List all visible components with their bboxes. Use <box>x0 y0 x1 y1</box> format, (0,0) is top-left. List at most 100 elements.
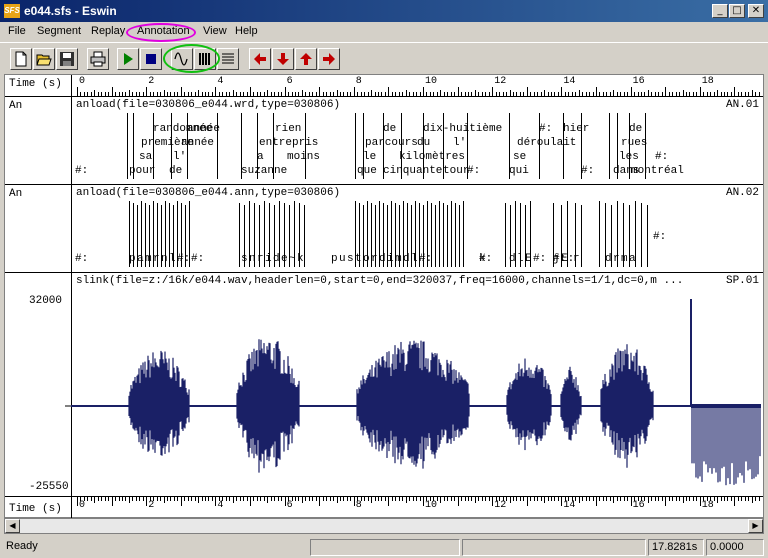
axis-tick <box>277 497 279 501</box>
axis-tick <box>696 92 698 96</box>
new-file-icon <box>15 51 27 67</box>
track-code: SP.01 <box>725 275 759 287</box>
word-annotation-track[interactable]: An randomnée année rien de dix-huitième #: hie… <box>5 97 763 185</box>
menu-segment[interactable]: Segment <box>37 25 81 37</box>
axis-tick <box>166 497 168 501</box>
scroll-right-button[interactable] <box>318 48 340 70</box>
axis-tick <box>232 497 234 503</box>
word-boundary <box>171 113 172 179</box>
phone-boundary <box>561 205 562 267</box>
phone-boundary <box>455 203 456 267</box>
phone-boundary <box>129 201 130 267</box>
status-text: Ready <box>6 540 38 552</box>
axis-tick <box>343 92 345 96</box>
axis-tick <box>319 497 321 506</box>
axis-tick-label: 4 <box>217 76 224 87</box>
cursor-position: 17.8281s <box>648 539 704 556</box>
word-label: l' <box>453 137 467 149</box>
toolbar <box>0 42 768 74</box>
axis-tick <box>758 497 760 501</box>
axis-tick <box>135 497 137 501</box>
axis-tick <box>464 92 466 96</box>
axis-tick <box>211 497 213 501</box>
scroll-up-button[interactable] <box>295 48 317 70</box>
axis-tick <box>156 92 158 96</box>
view-buttons-highlight-ring <box>163 44 220 73</box>
axis-tick <box>201 497 203 501</box>
axis-tick <box>523 92 525 96</box>
axis-tick <box>184 92 186 96</box>
axis-tick <box>139 92 141 96</box>
axis-tick <box>689 497 691 501</box>
axis-tick <box>381 92 383 96</box>
axis-tick <box>758 92 760 96</box>
open-file-button[interactable] <box>33 48 55 70</box>
axis-tick <box>260 92 262 96</box>
menu-help[interactable]: Help <box>235 25 258 37</box>
axis-tick <box>236 92 238 96</box>
menu-file[interactable]: File <box>8 25 26 37</box>
phone-boundary <box>451 201 452 267</box>
axis-tick <box>447 497 449 501</box>
axis-tick <box>346 92 348 96</box>
axis-tick <box>658 92 660 96</box>
axis-tick <box>388 497 390 506</box>
axis-tick <box>720 497 722 501</box>
phone-boundary <box>419 203 420 267</box>
axis-tick <box>443 497 445 501</box>
word-label: de <box>629 123 643 135</box>
axis-tick <box>281 92 283 96</box>
axis-tick <box>454 497 456 501</box>
axis-tick <box>755 92 757 96</box>
axis-tick-label: 16 <box>632 76 645 87</box>
phone-annotation-track[interactable]: An #:#:#:#:#:pamrnl#:snride~kpustordimdl… <box>5 185 763 273</box>
arrow-up-icon <box>300 53 312 65</box>
axis-tick <box>222 92 224 96</box>
scroll-left-button[interactable] <box>249 48 271 70</box>
waveform-track[interactable]: 32000 -25550 slink(file=z:/16k/e044.wav,… <box>5 273 763 497</box>
word-label: année <box>187 123 221 135</box>
stop-button[interactable] <box>140 48 162 70</box>
menu-view[interactable]: View <box>203 25 227 37</box>
close-button[interactable]: ✕ <box>748 4 764 18</box>
word-label: #: <box>539 123 553 135</box>
phone-boundary <box>629 205 630 267</box>
axis-tick <box>305 497 307 501</box>
new-file-button[interactable] <box>10 48 32 70</box>
word-boundary <box>133 113 134 179</box>
phone-boundary <box>439 201 440 267</box>
axis-tick <box>596 87 597 96</box>
text-view-button[interactable] <box>217 48 239 70</box>
horizontal-scrollbar[interactable]: ◀ ▶ <box>4 518 764 534</box>
phone-boundary <box>383 203 384 267</box>
maximize-button[interactable]: □ <box>729 4 745 18</box>
scroll-down-button[interactable] <box>272 48 294 70</box>
axis-tick <box>481 497 483 501</box>
axis-tick <box>530 92 532 96</box>
axis-tick <box>530 497 532 501</box>
phone-boundary <box>239 203 240 267</box>
axis-tick <box>616 497 618 501</box>
word-label: rues <box>621 137 648 149</box>
menu-replay[interactable]: Replay <box>91 25 125 37</box>
phone-boundary <box>169 203 170 267</box>
axis-tick <box>108 497 110 501</box>
print-button[interactable] <box>87 48 109 70</box>
scroll-right-arrow-icon[interactable]: ▶ <box>748 519 763 533</box>
axis-tick <box>111 87 113 96</box>
word-boundary <box>509 113 510 179</box>
save-button[interactable] <box>56 48 78 70</box>
play-button[interactable] <box>117 48 139 70</box>
axis-tick <box>589 92 591 96</box>
scroll-left-arrow-icon[interactable]: ◀ <box>5 519 20 533</box>
axis-tick <box>343 497 345 501</box>
axis-tick <box>395 497 397 501</box>
axis-tick <box>440 497 442 503</box>
minimize-button[interactable]: _ <box>712 4 728 18</box>
axis-tick <box>381 497 383 501</box>
sfs-app-icon: SFS <box>4 4 20 18</box>
axis-tick <box>135 92 137 96</box>
axis-tick <box>353 497 355 506</box>
axis-tick <box>121 497 123 501</box>
axis-tick <box>298 497 300 501</box>
